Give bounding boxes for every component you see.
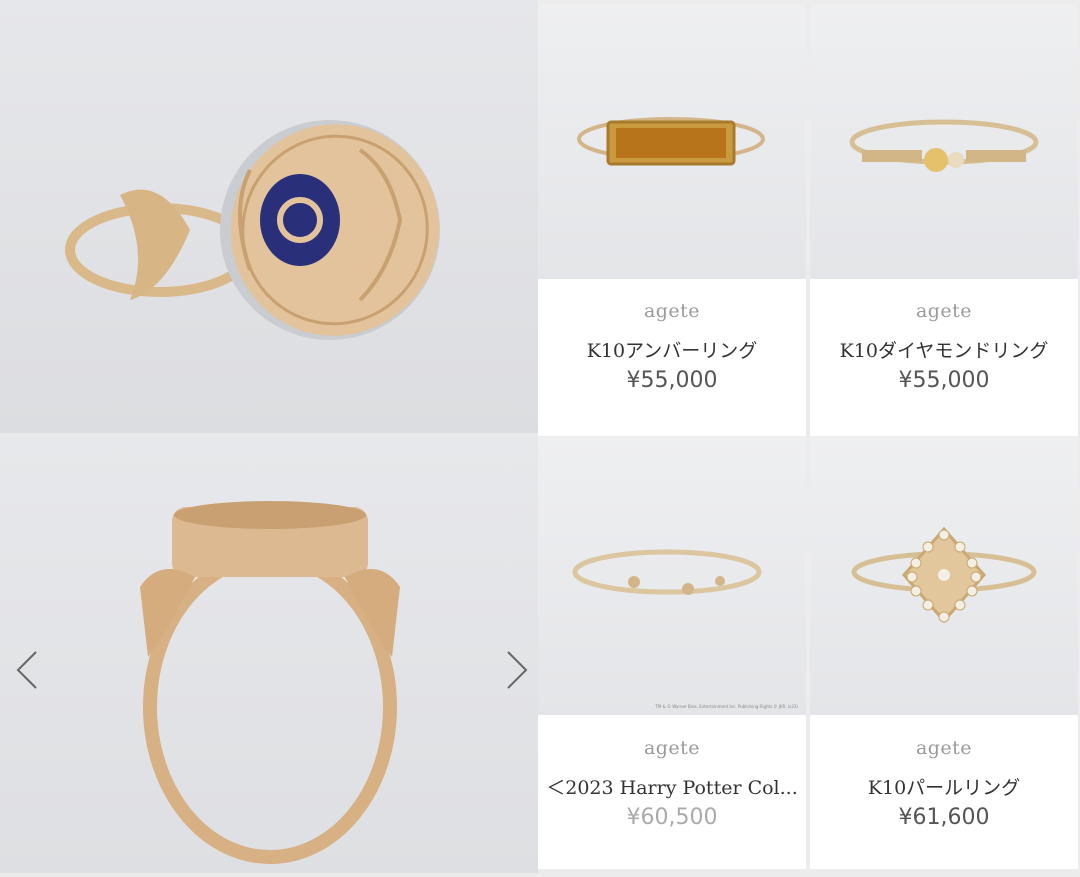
- hero-gallery: [0, 0, 538, 873]
- next-button[interactable]: [496, 648, 536, 692]
- product-image[interactable]: [538, 4, 806, 279]
- product-name[interactable]: K10ダイヤモンドリング: [810, 336, 1078, 363]
- harry-potter-ring-illustration: [572, 549, 762, 595]
- diamond-ring-illustration: [849, 119, 1039, 172]
- copyright-notice: TM & © Warner Bros. Entertainment Inc. P…: [655, 704, 798, 709]
- product-card[interactable]: agete K10ダイヤモンドリング ¥55,000: [810, 4, 1078, 436]
- chevron-right-icon: [507, 651, 528, 689]
- amber-ring-illustration: [577, 117, 765, 166]
- pearl-ring-illustration: [851, 526, 1037, 624]
- product-name[interactable]: ＜2023 Harry Potter Col...: [538, 773, 806, 800]
- prev-button[interactable]: [6, 648, 46, 692]
- product-brand: agete: [915, 737, 973, 759]
- ring-signet-illustration: [65, 120, 440, 340]
- product-image[interactable]: [810, 437, 1078, 715]
- product-image[interactable]: TM & © Warner Bros. Entertainment Inc. P…: [538, 437, 806, 715]
- ring-front-illustration: [140, 501, 400, 864]
- product-grid: agete K10アンバーリング ¥55,000 agete K10ダイヤモンド…: [538, 0, 1080, 873]
- product-price: ¥55,000: [626, 368, 718, 393]
- chevron-left-icon: [16, 651, 37, 689]
- product-card[interactable]: agete K10アンバーリング ¥55,000: [538, 4, 806, 436]
- product-brand: agete: [643, 300, 701, 322]
- product-price: ¥61,600: [898, 805, 990, 830]
- hero-image-front[interactable]: [0, 437, 538, 873]
- product-price: ¥55,000: [898, 368, 990, 393]
- product-image[interactable]: [810, 4, 1078, 279]
- product-card[interactable]: agete K10パールリング ¥61,600: [810, 437, 1078, 869]
- hero-image-angle[interactable]: [0, 0, 538, 433]
- product-brand: agete: [643, 737, 701, 759]
- product-price: ¥60,500: [626, 805, 718, 830]
- product-card[interactable]: TM & © Warner Bros. Entertainment Inc. P…: [538, 437, 806, 869]
- product-name[interactable]: K10パールリング: [810, 773, 1078, 800]
- product-brand: agete: [915, 300, 973, 322]
- product-name[interactable]: K10アンバーリング: [538, 336, 806, 363]
